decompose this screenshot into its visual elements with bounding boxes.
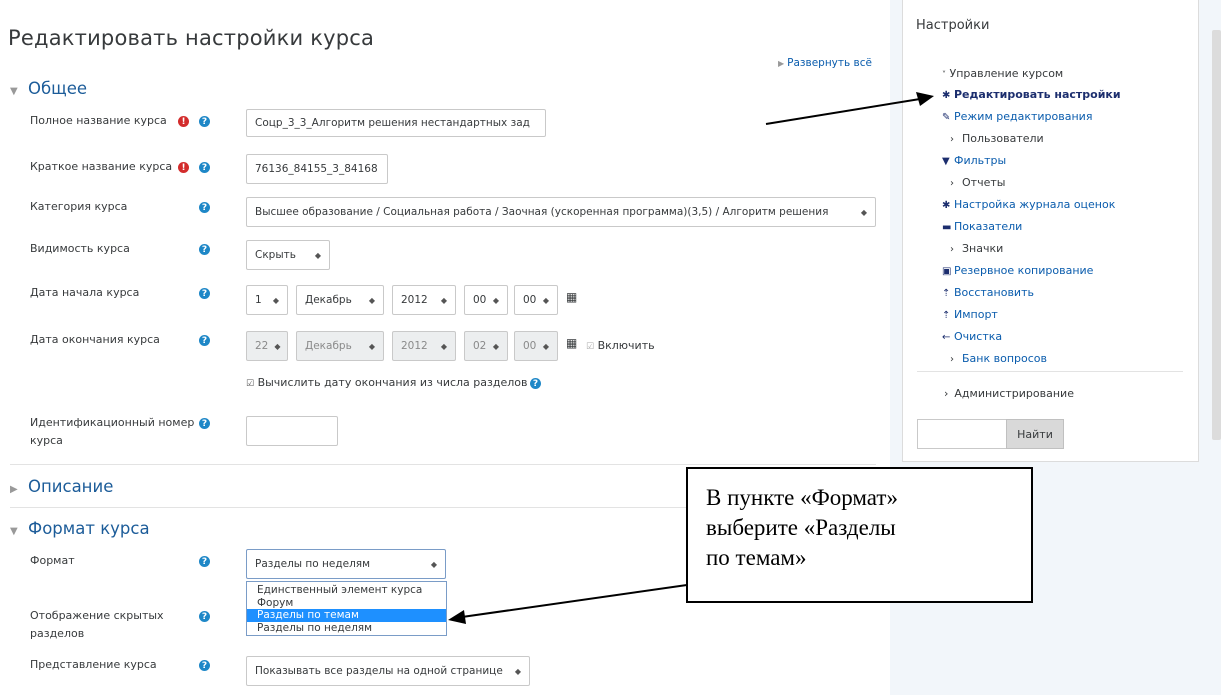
callout-line: по темам»	[706, 545, 807, 570]
callout-line: выберите «Разделы	[706, 515, 896, 540]
callout-line: В пункте «Формат»	[706, 485, 898, 510]
arrowhead	[916, 92, 934, 106]
annotation-arrows	[448, 92, 934, 624]
arrow-to-format-option	[461, 581, 709, 618]
arrowhead	[448, 610, 466, 624]
arrow-to-edit-settings	[765, 98, 921, 125]
instruction-callout: В пункте «Формат» выберите «Разделы по т…	[686, 467, 1033, 603]
